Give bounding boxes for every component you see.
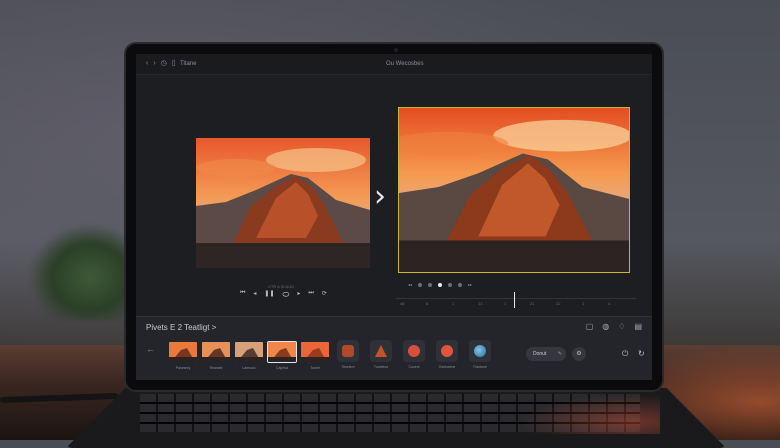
- rock-icon: [370, 340, 392, 362]
- plant-decoration: [30, 225, 130, 320]
- pause-icon[interactable]: ❚❚: [264, 290, 274, 300]
- fast-forward-icon[interactable]: ▸▸: [468, 282, 472, 287]
- preset-label: Oshewene: [438, 365, 456, 369]
- history-icon[interactable]: ◷: [161, 60, 167, 68]
- loop-icon[interactable]: ⟳: [322, 290, 327, 300]
- preset-label: Reasteti: [209, 366, 223, 370]
- ruler-tick: 13: [478, 301, 483, 306]
- preset-thumbnail[interactable]: Tlisotune: [465, 331, 495, 370]
- preset-preview: [201, 341, 231, 363]
- title-bar: ‹ › ◷ ▯ Titane Ou Wecosbes: [136, 54, 652, 75]
- preset-thumbnail[interactable]: Cuzenl: [399, 331, 429, 370]
- preset-label: Tlisotune: [472, 365, 488, 369]
- power-icon[interactable]: ⏻: [622, 349, 628, 359]
- preset-preview: [300, 341, 330, 363]
- ruler-tick: 6: [426, 301, 429, 306]
- preset-thumbnails: Pasesmy Reasteti Lamsulo Capesa Tuneri T…: [168, 331, 495, 370]
- timeline-ruler[interactable]: 48 6 1 13 1 21 22 1 4: [396, 298, 636, 309]
- apply-preset-button[interactable]: Donut ✎: [526, 347, 566, 361]
- preset-thumbnail[interactable]: Reasteti: [201, 331, 231, 370]
- ruler-tick: 1: [582, 301, 585, 306]
- marker-dot[interactable]: [418, 282, 423, 287]
- keyboard-glow: [520, 394, 660, 434]
- playhead[interactable]: [514, 292, 515, 308]
- app-window: ‹ › ◷ ▯ Titane Ou Wecosbes › CTR A ID AU…: [136, 54, 652, 380]
- preset-thumbnail[interactable]: Tuceteos: [366, 331, 396, 370]
- marker-dot[interactable]: [448, 282, 453, 287]
- preset-label: Tuceteos: [373, 365, 389, 369]
- preset-label: Cuzenl: [408, 365, 420, 369]
- ruler-tick: 22: [556, 301, 561, 306]
- skip-back-icon[interactable]: ⏮: [240, 290, 245, 300]
- controls-label: CTR A ID AUD: [268, 284, 295, 289]
- filter-icon[interactable]: ♢: [618, 322, 625, 331]
- forward-icon[interactable]: ›: [153, 60, 155, 68]
- back-arrow-icon[interactable]: ←: [146, 344, 155, 354]
- back-icon[interactable]: ‹: [146, 60, 148, 68]
- timeline-markers: ◂◂ ▸▸: [408, 282, 472, 287]
- after-image[interactable]: [398, 107, 630, 273]
- preset-thumbnail[interactable]: Oshewene: [432, 331, 462, 370]
- preset-thumbnail[interactable]: Teselem: [333, 331, 363, 370]
- pencil-icon: ✎: [557, 351, 562, 357]
- grid-icon[interactable]: ▤: [634, 322, 642, 331]
- skip-forward-icon[interactable]: ⏭: [308, 290, 313, 300]
- preset-preview: [234, 341, 264, 363]
- preset-thumbnail[interactable]: Lamsulo: [234, 331, 264, 370]
- workspace-title: Ou Wecosbes: [386, 61, 424, 67]
- preset-label: Tuneri: [310, 366, 320, 370]
- preset-label: Teselem: [341, 365, 355, 369]
- mountain-icon: [337, 340, 359, 362]
- ruler-tick: 21: [530, 301, 535, 306]
- panel-icon[interactable]: ▯: [172, 60, 176, 68]
- drop-icon: [403, 340, 425, 362]
- globe-icon: [469, 340, 491, 362]
- preset-thumbnail-selected[interactable]: Capesa: [267, 331, 297, 370]
- settings-button[interactable]: ⚙: [572, 347, 586, 361]
- laptop-lid: ‹ › ◷ ▯ Titane Ou Wecosbes › CTR A ID AU…: [124, 42, 664, 392]
- crop-icon[interactable]: ▢: [586, 322, 594, 331]
- marker-dot[interactable]: [428, 282, 433, 287]
- rewind-icon[interactable]: ◂◂: [408, 282, 412, 287]
- preset-label: Pasesmy: [175, 366, 191, 370]
- playback-controls: ⏮ ◂ ❚❚ ⬭ ▸ ⏭ ⟳: [240, 290, 327, 300]
- window-nav: ‹ › ◷ ▯: [146, 60, 176, 68]
- webcam: [394, 48, 398, 52]
- ruler-tick: 1: [504, 301, 507, 306]
- marker-dot-active[interactable]: [438, 282, 443, 287]
- pill-label: Donut: [533, 351, 547, 357]
- step-back-icon[interactable]: ◂: [253, 290, 256, 300]
- flower-icon: [436, 340, 458, 362]
- before-image[interactable]: [196, 138, 370, 268]
- marker-dot[interactable]: [458, 282, 463, 287]
- preset-label: Capesa: [275, 366, 289, 370]
- presets-panel: Pivets E 2 Teatligt > ▢ ◍ ♢ ▤ ← Pasesmy: [136, 316, 652, 380]
- compare-arrow-icon: ›: [374, 179, 386, 214]
- preset-label: Lamsulo: [242, 366, 256, 370]
- preset-preview: [267, 341, 297, 363]
- document-title: Titane: [180, 61, 197, 67]
- step-forward-icon[interactable]: ▸: [297, 290, 300, 300]
- play-icon[interactable]: ⬭: [282, 290, 289, 300]
- adjust-icon[interactable]: ◍: [602, 322, 609, 331]
- preset-thumbnail[interactable]: Pasesmy: [168, 331, 198, 370]
- preset-preview: [168, 341, 198, 363]
- ruler-tick: 48: [400, 301, 405, 306]
- preset-thumbnail[interactable]: Tuneri: [300, 331, 330, 370]
- ruler-tick: 4: [608, 301, 611, 306]
- panel-toolbar: ▢ ◍ ♢ ▤: [586, 322, 642, 331]
- refresh-icon[interactable]: ↻: [638, 349, 645, 358]
- ruler-tick: 1: [452, 301, 455, 306]
